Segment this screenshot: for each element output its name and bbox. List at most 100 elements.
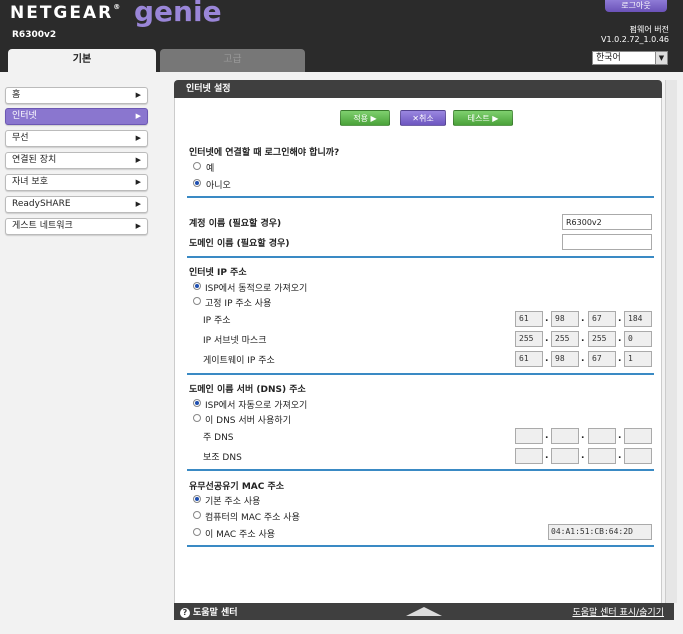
- mask-octet-2[interactable]: 255: [551, 331, 579, 347]
- ip-address-label: IP 주소: [203, 316, 231, 326]
- dot-separator: .: [618, 451, 622, 461]
- sidebar-item-parental-controls[interactable]: 자녀 보호 ▶: [5, 174, 148, 191]
- netgear-logo: NETGEAR®: [10, 3, 120, 23]
- arrow-right-icon: ▶: [135, 134, 141, 142]
- mac-computer-radio[interactable]: [193, 511, 201, 519]
- gateway-label: 게이트웨이 IP 주소: [203, 356, 275, 366]
- arrow-right-icon: ▶: [135, 222, 141, 230]
- gateway-octet-4[interactable]: 1: [624, 351, 652, 367]
- sidebar-item-internet[interactable]: 인터넷 ▶: [5, 108, 148, 125]
- login-yes-radio[interactable]: [193, 162, 201, 170]
- expand-triangle-icon[interactable]: [406, 607, 442, 616]
- logout-button[interactable]: 로그아웃: [605, 0, 667, 12]
- sidebar-item-label: 연결된 장치: [12, 155, 57, 165]
- ip-octet-2[interactable]: 98: [551, 311, 579, 327]
- language-value: 한국어: [596, 53, 621, 63]
- login-no-radio[interactable]: [193, 179, 201, 187]
- ip-dynamic-label: ISP에서 동적으로 가져오기: [205, 284, 308, 294]
- arrow-right-icon: ▶: [135, 200, 141, 208]
- mac-address-input[interactable]: 04:A1:51:CB:64:2D: [548, 524, 652, 540]
- dot-separator: .: [545, 334, 549, 344]
- product-name: genie: [134, 0, 222, 28]
- bottom-strip: [168, 620, 683, 634]
- dot-separator: .: [545, 354, 549, 364]
- dns-auto-label: ISP에서 자동으로 가져오기: [205, 401, 308, 411]
- dns-auto-radio[interactable]: [193, 399, 201, 407]
- mask-octet-4[interactable]: 0: [624, 331, 652, 347]
- firmware-label: 펌웨어 버전: [629, 25, 669, 34]
- primary-dns-octet-1[interactable]: [515, 428, 543, 444]
- dns-manual-label: 이 DNS 서버 사용하기: [205, 416, 291, 426]
- domain-name-label: 도메인 이름 (필요할 경우): [189, 239, 290, 249]
- sidebar-item-readyshare[interactable]: ReadySHARE ▶: [5, 196, 148, 213]
- tab-advanced[interactable]: 고급: [160, 49, 305, 72]
- mask-octet-1[interactable]: 255: [515, 331, 543, 347]
- help-toggle-link[interactable]: 도움말 센터 표시/숨기기: [572, 605, 664, 618]
- ip-dynamic-radio[interactable]: [193, 282, 201, 290]
- ip-static-radio[interactable]: [193, 297, 201, 305]
- arrow-right-icon: ▶: [135, 112, 141, 120]
- test-button[interactable]: 테스트 ▶: [453, 110, 513, 126]
- secondary-dns-octet-3[interactable]: [588, 448, 616, 464]
- dot-separator: .: [618, 314, 622, 324]
- dot-separator: .: [581, 354, 585, 364]
- secondary-dns-octet-2[interactable]: [551, 448, 579, 464]
- cancel-button[interactable]: ✕취소: [400, 110, 446, 126]
- sidebar-item-home[interactable]: 홈 ▶: [5, 87, 148, 104]
- account-name-input[interactable]: [562, 214, 652, 230]
- login-no-label: 아니오: [206, 181, 231, 191]
- chevron-down-icon[interactable]: ▼: [655, 52, 667, 64]
- header: NETGEAR® genie™ R6300v2 로그아웃 펌웨어 버전 V1.0…: [0, 0, 683, 72]
- gateway-octet-1[interactable]: 61: [515, 351, 543, 367]
- sidebar-item-wireless[interactable]: 무선 ▶: [5, 130, 148, 147]
- gateway-octet-3[interactable]: 67: [588, 351, 616, 367]
- dot-separator: .: [545, 314, 549, 324]
- secondary-dns-octet-1[interactable]: [515, 448, 543, 464]
- sidebar-item-guest-network[interactable]: 게스트 네트워크 ▶: [5, 218, 148, 235]
- help-center-link[interactable]: ? 도움말 센터: [180, 605, 238, 618]
- mac-custom-radio[interactable]: [193, 528, 201, 536]
- question-icon: ?: [180, 608, 190, 618]
- ip-octet-1[interactable]: 61: [515, 311, 543, 327]
- model-name: R6300v2: [12, 30, 57, 40]
- mac-default-label: 기본 주소 사용: [205, 497, 261, 507]
- divider: [187, 469, 654, 471]
- ip-octet-3[interactable]: 67: [588, 311, 616, 327]
- domain-name-input[interactable]: [562, 234, 652, 250]
- scrollbar[interactable]: [665, 80, 677, 603]
- registered-mark: ®: [113, 3, 121, 11]
- divider: [187, 256, 654, 258]
- primary-dns-octet-2[interactable]: [551, 428, 579, 444]
- arrow-right-icon: ▶: [135, 91, 141, 99]
- dns-title: 도메인 이름 서버 (DNS) 주소: [189, 385, 306, 395]
- page-title: 인터넷 설정: [174, 80, 662, 98]
- ip-static-label: 고정 IP 주소 사용: [205, 299, 272, 309]
- apply-button[interactable]: 적용 ▶: [340, 110, 390, 126]
- mac-title: 유무선공유기 MAC 주소: [189, 482, 285, 492]
- primary-dns-octet-3[interactable]: [588, 428, 616, 444]
- primary-dns-label: 주 DNS: [203, 433, 234, 443]
- sidebar-item-label: 게스트 네트워크: [12, 221, 73, 231]
- primary-dns-octet-4[interactable]: [624, 428, 652, 444]
- dns-manual-radio[interactable]: [193, 414, 201, 422]
- sidebar-item-label: 무선: [12, 133, 29, 143]
- mac-default-radio[interactable]: [193, 495, 201, 503]
- help-center-label: 도움말 센터: [193, 608, 238, 618]
- ip-octet-4[interactable]: 184: [624, 311, 652, 327]
- dot-separator: .: [618, 431, 622, 441]
- language-select[interactable]: 한국어 ▼: [592, 51, 668, 65]
- help-footer: ? 도움말 센터 도움말 센터 표시/숨기기: [174, 603, 674, 620]
- dot-separator: .: [581, 334, 585, 344]
- mask-octet-3[interactable]: 255: [588, 331, 616, 347]
- sidebar-item-attached-devices[interactable]: 연결된 장치 ▶: [5, 152, 148, 169]
- divider: [187, 196, 654, 198]
- arrow-right-icon: ▶: [135, 178, 141, 186]
- genie-logo: genie™: [134, 0, 228, 28]
- tab-basic[interactable]: 기본: [8, 49, 156, 72]
- secondary-dns-label: 보조 DNS: [203, 453, 242, 463]
- divider: [187, 373, 654, 375]
- gateway-octet-2[interactable]: 98: [551, 351, 579, 367]
- secondary-dns-octet-4[interactable]: [624, 448, 652, 464]
- sidebar-item-label: 홈: [12, 90, 21, 100]
- firmware-version: V1.0.2.72_1.0.46: [601, 35, 669, 44]
